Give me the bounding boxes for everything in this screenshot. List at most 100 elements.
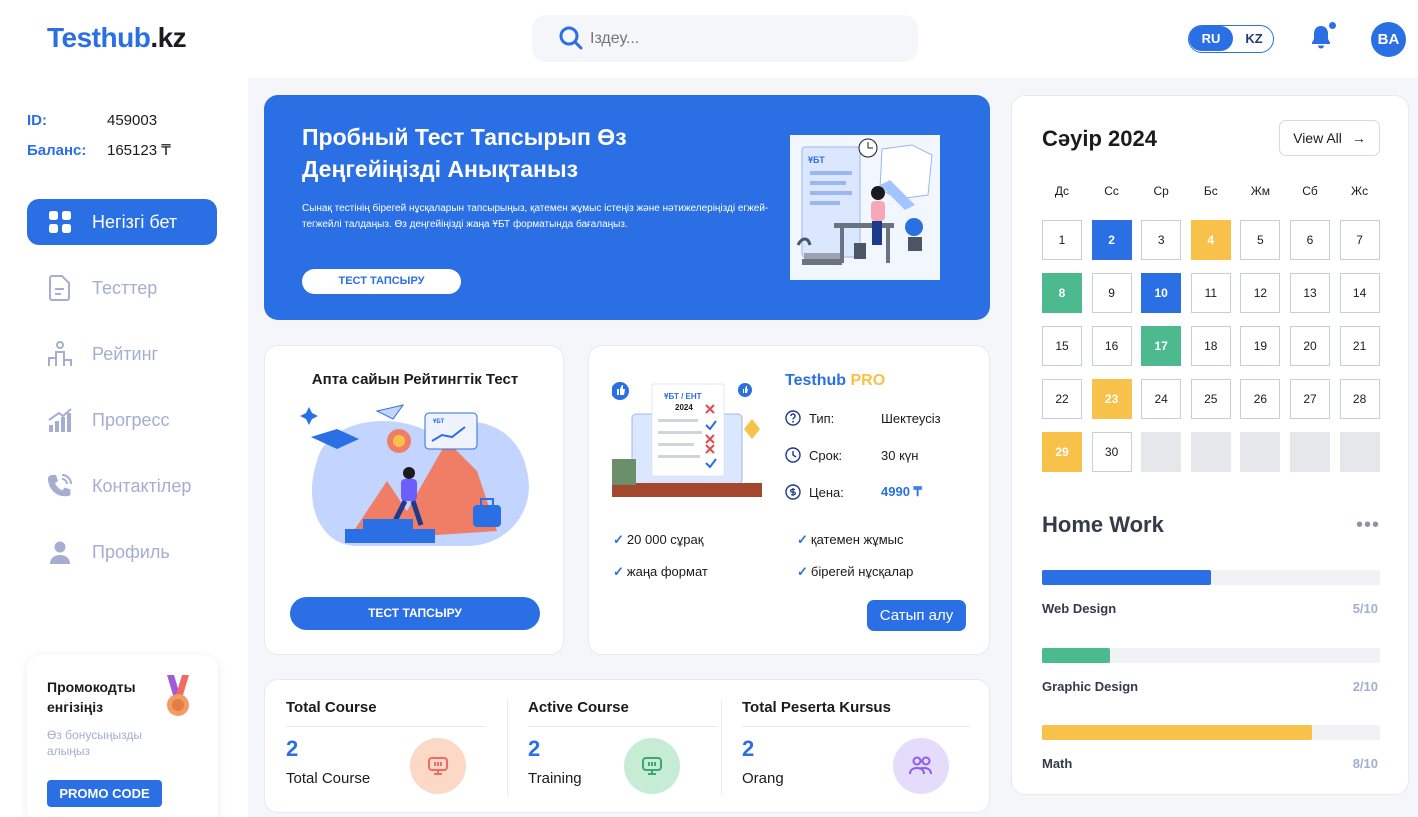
balance-label: Баланс: <box>27 142 87 159</box>
calendar-day[interactable]: 19 <box>1240 326 1281 366</box>
calendar-day[interactable]: 3 <box>1141 220 1182 260</box>
calendar-day[interactable]: 5 <box>1240 220 1281 260</box>
calendar-empty-cell <box>1190 432 1231 472</box>
calendar-day[interactable]: 20 <box>1290 326 1330 366</box>
calendar-weekday: Жс <box>1351 184 1369 198</box>
homework-progress-fill <box>1042 725 1313 740</box>
buy-button[interactable]: Сатып алу <box>867 600 966 631</box>
stat-value: 2 <box>742 736 755 761</box>
calendar-empty-cell <box>1141 432 1182 472</box>
calendar-weekday: Дс <box>1054 184 1070 198</box>
dollar-icon <box>785 484 801 500</box>
calendar-empty-cell <box>1339 432 1380 472</box>
search-icon <box>559 26 583 50</box>
stat-label: Total Course <box>286 770 371 787</box>
calendar-title: Сәуір 2024 <box>1042 126 1157 151</box>
monitor-icon <box>428 757 448 775</box>
calendar-day[interactable]: 1 <box>1042 220 1082 260</box>
homework-value: 8/10 <box>1352 756 1378 771</box>
calendar-day[interactable]: 12 <box>1240 273 1281 313</box>
pro-type-row: Тип: Шектеусіз <box>785 410 941 426</box>
calendar-empty-cell <box>1240 432 1281 472</box>
homework-title: Home Work <box>1042 512 1164 537</box>
calendar-day[interactable]: 23 <box>1091 379 1132 419</box>
calendar-day[interactable]: 10 <box>1141 273 1182 313</box>
view-all-button[interactable]: View All → <box>1279 120 1380 156</box>
check-icon: ✓ <box>797 532 808 547</box>
nav-item-progress[interactable]: Прогресс <box>27 397 217 443</box>
calendar-day[interactable]: 4 <box>1190 220 1231 260</box>
calendar-day[interactable]: 2 <box>1091 220 1132 260</box>
calendar-weekday: Ср <box>1153 184 1169 198</box>
calendar-day[interactable]: 18 <box>1190 326 1231 366</box>
calendar-weekday: Сс <box>1104 184 1119 198</box>
nav-item-tests[interactable]: Тесттер <box>27 265 217 311</box>
homework-name: Graphic Design <box>1042 679 1139 694</box>
calendar-day[interactable]: 13 <box>1290 273 1330 313</box>
calendar-day[interactable]: 25 <box>1190 379 1231 419</box>
medal-icon <box>167 675 189 716</box>
calendar-day[interactable]: 29 <box>1042 432 1082 472</box>
calendar-day[interactable]: 26 <box>1240 379 1281 419</box>
weekly-title: Апта сайын Рейтингтік Тест <box>311 371 519 388</box>
more-options-icon[interactable]: ••• <box>1356 514 1380 537</box>
homework-name: Math <box>1042 756 1073 771</box>
lang-kz-button[interactable]: KZ <box>1235 26 1273 51</box>
check-icon: ✓ <box>797 564 808 579</box>
homework-value: 5/10 <box>1352 601 1378 616</box>
calendar-day[interactable]: 22 <box>1042 379 1082 419</box>
notification-button[interactable] <box>1309 22 1336 55</box>
language-switch[interactable]: RU KZ <box>1188 25 1274 53</box>
homework-name: Web Design <box>1042 601 1117 616</box>
calendar-day[interactable]: 17 <box>1141 326 1182 366</box>
calendar-day[interactable]: 30 <box>1091 432 1132 472</box>
calendar-day[interactable]: 28 <box>1339 379 1380 419</box>
hero-text: Сынақ тестінің бірегей нұсқаларын тапсыр… <box>302 203 769 230</box>
stat-label: Training <box>528 770 582 787</box>
calendar-day[interactable]: 27 <box>1290 379 1330 419</box>
hero-title: Пробный Тест Тапсырып Өз Деңгейіңізді Ан… <box>302 124 627 182</box>
lang-ru-button[interactable]: RU <box>1189 26 1233 51</box>
calendar-day[interactable]: 21 <box>1339 326 1380 366</box>
balance-value: 165123 ₸ <box>107 142 171 159</box>
calendar-day[interactable]: 15 <box>1042 326 1082 366</box>
nav-item-home[interactable]: Негізгі бет <box>27 199 217 245</box>
stat-title: Total Course <box>286 699 377 716</box>
avatar[interactable]: BA <box>1371 22 1406 57</box>
bar-chart-icon <box>47 408 72 432</box>
pro-feature: ✓ 20 000 сұрақ <box>613 532 704 547</box>
calendar-day[interactable]: 8 <box>1042 273 1082 313</box>
calendar-day[interactable]: 24 <box>1141 379 1182 419</box>
calendar-weekday: Жм <box>1250 184 1271 198</box>
stat-total-participants: Total Peserta Kursus 2 Orang <box>742 680 970 814</box>
weekly-take-test-button[interactable]: ТЕСТ ТАПСЫРУ <box>290 597 540 630</box>
stat-title: Total Peserta Kursus <box>742 699 891 716</box>
promo-card: Промокодты енгізіңіз Өз бонусыңызды алың… <box>27 655 218 817</box>
homework-progress-fill <box>1042 570 1211 585</box>
nav-item-profile[interactable]: Профиль <box>27 529 217 575</box>
users-icon <box>909 756 932 775</box>
calendar-day[interactable]: 11 <box>1190 273 1231 313</box>
search-bar[interactable] <box>532 15 918 62</box>
nav-label: Негізгі бет <box>92 211 178 232</box>
stat-label: Orang <box>742 770 784 787</box>
homework-progress-fill <box>1042 648 1110 663</box>
nav-item-contacts[interactable]: Контактілер <box>27 463 217 509</box>
calendar-day[interactable]: 14 <box>1339 273 1380 313</box>
grid-icon <box>48 211 71 233</box>
calendar-day[interactable]: 9 <box>1091 273 1132 313</box>
check-icon: ✓ <box>613 564 624 579</box>
calendar-day[interactable]: 6 <box>1290 220 1330 260</box>
calendar-weekday: Бс <box>1203 184 1218 198</box>
hero-take-test-button[interactable]: ТЕСТ ТАПСЫРУ <box>302 269 461 294</box>
pro-price-row: Цена: 4990 ₸ <box>785 484 922 500</box>
check-icon: ✓ <box>613 532 624 547</box>
calendar-day[interactable]: 7 <box>1339 220 1380 260</box>
promo-code-button[interactable]: PROMO CODE <box>47 780 162 807</box>
search-input[interactable] <box>590 27 890 51</box>
calendar-day[interactable]: 16 <box>1091 326 1132 366</box>
nav-item-rating[interactable]: Рейтинг <box>27 331 217 377</box>
pro-doc-line1: ҰБТ / ЕНТ <box>664 392 702 401</box>
logo[interactable]: Testhub.kz <box>47 22 187 54</box>
pro-feature: ✓ бірегей нұсқалар <box>797 564 914 579</box>
